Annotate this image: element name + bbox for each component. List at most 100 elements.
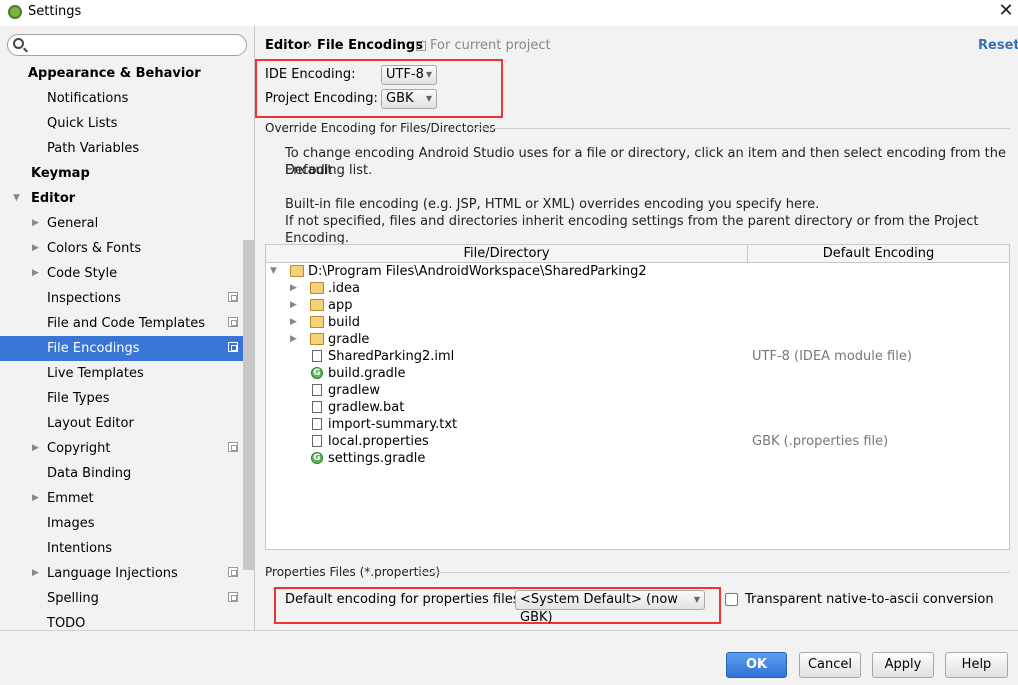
file-icon (312, 401, 322, 413)
sidebar-item-inspections[interactable]: Inspections (0, 286, 255, 311)
file-name: gradlew.bat (328, 400, 405, 415)
file-name: app (328, 298, 353, 313)
help-button[interactable]: Help (945, 652, 1008, 678)
sidebar-scrollbar[interactable] (243, 240, 254, 570)
collapse-arrow-icon[interactable]: ▶ (32, 261, 39, 286)
cancel-button[interactable]: Cancel (799, 652, 861, 678)
ide-encoding-select[interactable]: UTF-8 ▼ (381, 65, 437, 85)
file-name: local.properties (328, 434, 429, 449)
project-encoding-value: GBK (386, 91, 414, 106)
table-row[interactable]: Gsettings.gradle (266, 450, 1009, 467)
collapse-arrow-icon[interactable]: ▶ (32, 211, 39, 236)
sidebar-item-file-and-code-templates[interactable]: File and Code Templates (0, 311, 255, 336)
folder-icon (310, 299, 324, 311)
expand-arrow-icon[interactable]: ▼ (13, 186, 20, 211)
folder-icon (310, 282, 324, 294)
native-to-ascii-checkbox[interactable] (725, 593, 738, 606)
sidebar-item-path-variables[interactable]: Path Variables (0, 136, 255, 161)
sidebar-item-label: Code Style (47, 266, 118, 281)
override-section-title: Override Encoding for Files/Directories (265, 121, 496, 135)
column-header-encoding[interactable]: Default Encoding (748, 245, 1009, 263)
collapse-arrow-icon[interactable]: ▶ (32, 561, 39, 586)
file-name: import-summary.txt (328, 417, 458, 432)
table-row[interactable]: ▶ gradle (266, 331, 1009, 348)
sidebar-item-quick-lists[interactable]: Quick Lists (0, 111, 255, 136)
properties-encoding-label: Default encoding for properties files: (285, 592, 524, 607)
file-name: settings.gradle (328, 451, 426, 466)
sidebar-item-layout-editor[interactable]: Layout Editor (0, 411, 255, 436)
sidebar-item-spelling[interactable]: Spelling (0, 586, 255, 611)
expand-arrow-icon[interactable]: ▼ (270, 263, 277, 280)
collapse-arrow-icon[interactable]: ▶ (290, 331, 297, 348)
sidebar-item-data-binding[interactable]: Data Binding (0, 461, 255, 486)
table-row[interactable]: ▶ build (266, 314, 1009, 331)
ok-button[interactable]: OK (726, 652, 787, 678)
gradle-file-icon: G (311, 452, 323, 464)
reset-link[interactable]: Reset (978, 38, 1018, 53)
sidebar-item-label: Notifications (47, 91, 129, 106)
sidebar-item-notifications[interactable]: Notifications (0, 86, 255, 111)
sidebar-item-file-encodings[interactable]: File Encodings (0, 336, 243, 361)
sidebar-item-todo[interactable]: TODO (0, 611, 255, 636)
sidebar-item-label: File Types (47, 391, 110, 406)
sidebar-item-keymap[interactable]: Keymap (0, 161, 255, 186)
collapse-arrow-icon[interactable]: ▶ (290, 297, 297, 314)
sidebar-item-general[interactable]: ▶ General (0, 211, 255, 236)
table-row[interactable]: local.properties GBK (.properties file) (266, 433, 1009, 450)
table-row[interactable]: SharedParking2.iml UTF-8 (IDEA module fil… (266, 348, 1009, 365)
section-divider (472, 128, 1010, 129)
folder-icon (310, 333, 324, 345)
table-row[interactable]: gradlew.bat (266, 399, 1009, 416)
chevron-down-icon: ▼ (425, 70, 432, 79)
file-name: build (328, 315, 360, 330)
title-bar: Settings ✕ (0, 0, 1018, 26)
sidebar-item-label: Appearance & Behavior (28, 66, 201, 81)
gradle-file-icon: G (311, 367, 323, 379)
sidebar-item-emmet[interactable]: ▶ Emmet (0, 486, 255, 511)
sidebar-item-label: Intentions (47, 541, 113, 556)
collapse-arrow-icon[interactable]: ▶ (32, 486, 39, 511)
footer-divider (0, 630, 1018, 631)
window-title: Settings (28, 4, 82, 19)
sidebar-item-label: Copyright (47, 441, 111, 456)
table-row[interactable]: import-summary.txt (266, 416, 1009, 433)
default-encoding-cell[interactable]: UTF-8 (IDEA module file) (752, 348, 912, 365)
collapse-arrow-icon[interactable]: ▶ (290, 314, 297, 331)
collapse-arrow-icon[interactable]: ▶ (290, 280, 297, 297)
properties-encoding-select[interactable]: <System Default> (now GBK) ▼ (515, 590, 705, 625)
search-input[interactable] (7, 34, 247, 56)
file-icon (312, 435, 322, 447)
sidebar-item-colors-fonts[interactable]: ▶ Colors & Fonts (0, 236, 255, 261)
sidebar-item-appearance-behavior[interactable]: Appearance & Behavior (0, 61, 255, 86)
file-encoding-table: File/Directory Default Encoding ▼ D:\Prog… (265, 244, 1010, 550)
column-header-file[interactable]: File/Directory (266, 245, 748, 263)
sidebar-item-file-types[interactable]: File Types (0, 386, 255, 411)
file-name: gradle (328, 332, 370, 347)
sidebar-item-label: Inspections (47, 291, 121, 306)
sidebar-item-code-style[interactable]: ▶ Code Style (0, 261, 255, 286)
table-row[interactable]: Gbuild.gradle (266, 365, 1009, 382)
sidebar-item-editor[interactable]: ▼ Editor (0, 186, 255, 211)
project-encoding-label: Project Encoding: (265, 91, 378, 106)
sidebar-item-live-templates[interactable]: Live Templates (0, 361, 255, 386)
collapse-arrow-icon[interactable]: ▶ (32, 436, 39, 461)
close-icon[interactable]: ✕ (994, 0, 1018, 22)
sidebar-item-label: Editor (31, 191, 76, 206)
project-encoding-select[interactable]: GBK ▼ (381, 89, 437, 109)
file-icon (312, 350, 322, 362)
file-name: build.gradle (328, 366, 406, 381)
apply-button[interactable]: Apply (872, 652, 934, 678)
sidebar-item-images[interactable]: Images (0, 511, 255, 536)
table-row[interactable]: ▼ D:\Program Files\AndroidWorkspace\Share… (266, 263, 1009, 280)
default-encoding-cell[interactable]: GBK (.properties file) (752, 433, 888, 450)
table-row[interactable]: gradlew (266, 382, 1009, 399)
sidebar-item-intentions[interactable]: Intentions (0, 536, 255, 561)
collapse-arrow-icon[interactable]: ▶ (32, 236, 39, 261)
ide-encoding-label: IDE Encoding: (265, 67, 356, 82)
sidebar-item-language-injections[interactable]: ▶ Language Injections (0, 561, 255, 586)
sidebar-item-copyright[interactable]: ▶ Copyright (0, 436, 255, 461)
table-row[interactable]: ▶ app (266, 297, 1009, 314)
table-row[interactable]: ▶ .idea (266, 280, 1009, 297)
file-icon (312, 384, 322, 396)
page-title: File Encodings (317, 38, 423, 53)
